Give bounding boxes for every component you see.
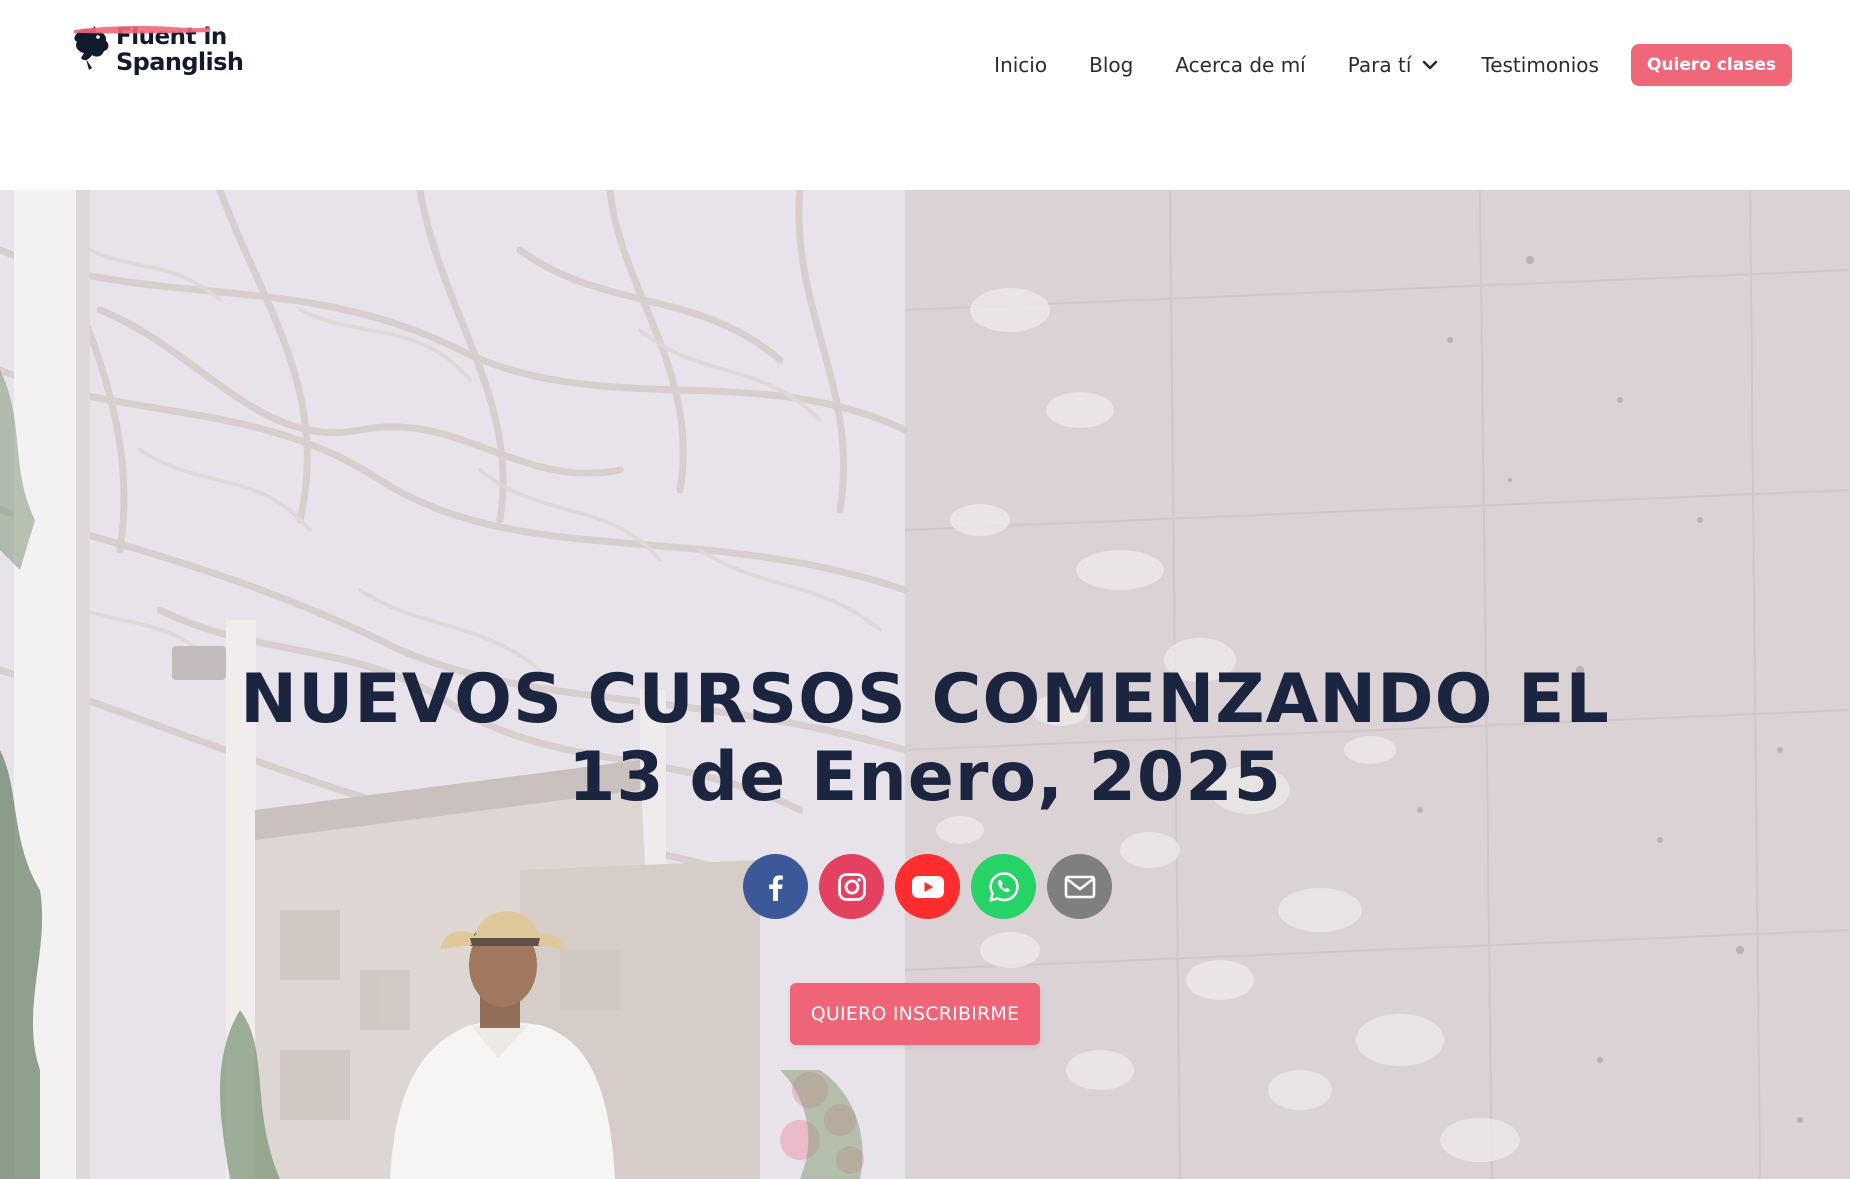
site-header: Fluent in Spanglish Inicio Blog Acerca d… xyxy=(0,0,1850,190)
nav-acerca-label: Acerca de mí xyxy=(1175,53,1306,77)
main-nav: Inicio Blog Acerca de mí Para tí Testimo… xyxy=(994,44,1792,86)
quiero-inscribirme-button[interactable]: QUIERO INSCRIBIRME xyxy=(790,983,1040,1045)
whatsapp-icon xyxy=(988,871,1019,901)
site-logo[interactable]: Fluent in Spanglish xyxy=(72,24,252,82)
hero-title: NUEVOS CURSOS COMENZANDO EL 13 de Enero,… xyxy=(0,659,1850,817)
instagram-button[interactable] xyxy=(819,854,884,919)
instagram-icon xyxy=(837,872,866,901)
nav-inicio-label: Inicio xyxy=(994,53,1048,77)
nav-testimonios-label: Testimonios xyxy=(1481,53,1599,77)
social-links xyxy=(0,854,1850,919)
logo-swash xyxy=(74,26,210,34)
chevron-down-icon xyxy=(1423,60,1438,70)
email-button[interactable] xyxy=(1047,854,1112,919)
youtube-button[interactable] xyxy=(895,854,960,919)
nav-para-ti-label: Para tí xyxy=(1347,53,1412,77)
mail-icon xyxy=(1064,875,1095,898)
facebook-button[interactable] xyxy=(743,854,808,919)
hero-title-line-2: 13 de Enero, 2025 xyxy=(568,737,1282,817)
nav-testimonios[interactable]: Testimonios xyxy=(1481,53,1599,77)
hero-section: NUEVOS CURSOS COMENZANDO EL 13 de Enero,… xyxy=(0,190,1850,1179)
nav-blog-label: Blog xyxy=(1089,53,1134,77)
logo-line-2: Spanglish xyxy=(116,48,244,76)
nav-acerca[interactable]: Acerca de mí xyxy=(1175,53,1305,77)
quiero-clases-button[interactable]: Quiero clases xyxy=(1630,44,1792,86)
hero-title-line-1: NUEVOS CURSOS COMENZANDO EL xyxy=(240,659,1610,739)
youtube-icon xyxy=(911,875,944,898)
nav-inicio[interactable]: Inicio xyxy=(994,53,1047,77)
nav-para-ti-dropdown[interactable]: Para tí xyxy=(1348,53,1440,77)
whatsapp-button[interactable] xyxy=(971,854,1036,919)
nav-blog[interactable]: Blog xyxy=(1089,53,1133,77)
facebook-icon xyxy=(768,874,783,901)
